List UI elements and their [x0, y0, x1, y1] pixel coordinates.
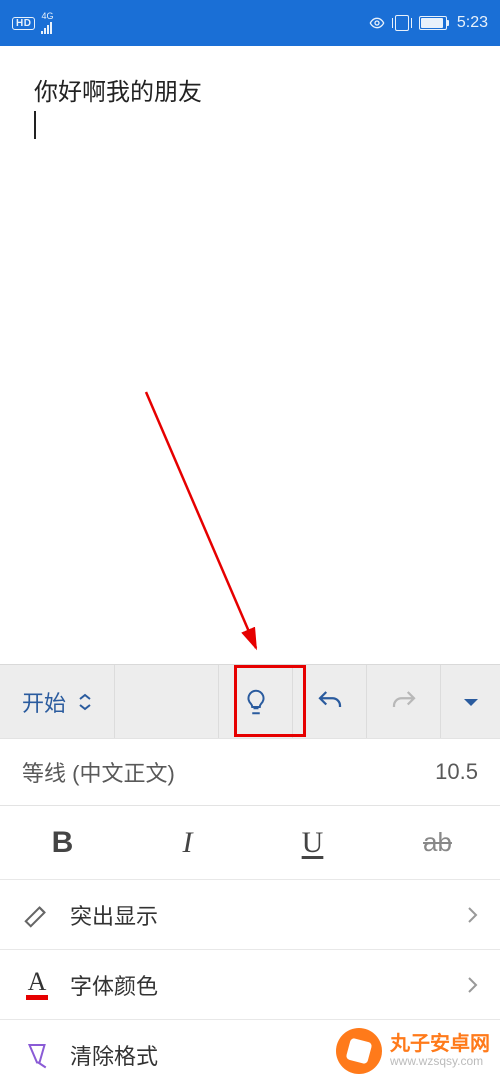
- chevron-right-icon: [466, 905, 478, 925]
- font-color-icon: A: [22, 970, 52, 1000]
- toolbar-dropdown-button[interactable]: [440, 665, 500, 738]
- ribbon-toolbar: 开始: [0, 664, 500, 738]
- document-text: 你好啊我的朋友: [34, 72, 466, 107]
- font-row: 等线 (中文正文) 10.5: [0, 738, 500, 806]
- battery-icon: [419, 16, 447, 30]
- status-left: HD 4G: [12, 12, 53, 34]
- vibrate-icon: [395, 15, 409, 31]
- clear-format-icon: [22, 1040, 52, 1070]
- ribbon-menu-button[interactable]: 开始: [0, 665, 115, 738]
- font-name-selector[interactable]: 等线 (中文正文): [22, 756, 435, 788]
- bold-button[interactable]: B: [0, 826, 125, 860]
- undo-icon: [315, 687, 345, 717]
- status-right: 5:23: [369, 14, 488, 32]
- caret-down-icon: [462, 696, 480, 708]
- italic-button[interactable]: I: [125, 826, 250, 860]
- watermark-url: www.wzsqsy.com: [390, 1055, 490, 1068]
- ribbon-menu-label: 开始: [22, 686, 66, 718]
- watermark-name: 丸子安卓网: [390, 1033, 490, 1055]
- eye-icon: [369, 15, 385, 31]
- lightbulb-icon: [241, 687, 271, 717]
- hd-badge: HD: [12, 17, 35, 30]
- chevron-right-icon: [466, 975, 478, 995]
- tell-me-button[interactable]: [218, 665, 292, 738]
- font-color-row[interactable]: A 字体颜色: [0, 950, 500, 1020]
- watermark-logo-icon: [336, 1028, 382, 1074]
- signal-icon: [41, 22, 52, 34]
- redo-button[interactable]: [366, 665, 440, 738]
- text-cursor: [34, 111, 36, 139]
- highlighter-icon: [22, 900, 52, 930]
- chevron-up-down-icon: [78, 693, 92, 711]
- clock: 5:23: [457, 14, 488, 32]
- underline-button[interactable]: U: [250, 826, 375, 860]
- highlight-row[interactable]: 突出显示: [0, 880, 500, 950]
- redo-icon: [389, 687, 419, 717]
- font-color-label: 字体颜色: [70, 969, 448, 1001]
- text-style-row: B I U ab: [0, 806, 500, 880]
- undo-button[interactable]: [292, 665, 366, 738]
- document-canvas[interactable]: 你好啊我的朋友: [0, 46, 500, 664]
- strikethrough-button[interactable]: ab: [375, 827, 500, 858]
- watermark: 丸子安卓网 www.wzsqsy.com: [336, 1028, 490, 1074]
- highlight-label: 突出显示: [70, 899, 448, 931]
- status-bar: HD 4G 5:23: [0, 0, 500, 46]
- font-size-selector[interactable]: 10.5: [435, 759, 478, 785]
- annotation-arrow: [140, 386, 300, 666]
- network-label: 4G: [41, 12, 53, 21]
